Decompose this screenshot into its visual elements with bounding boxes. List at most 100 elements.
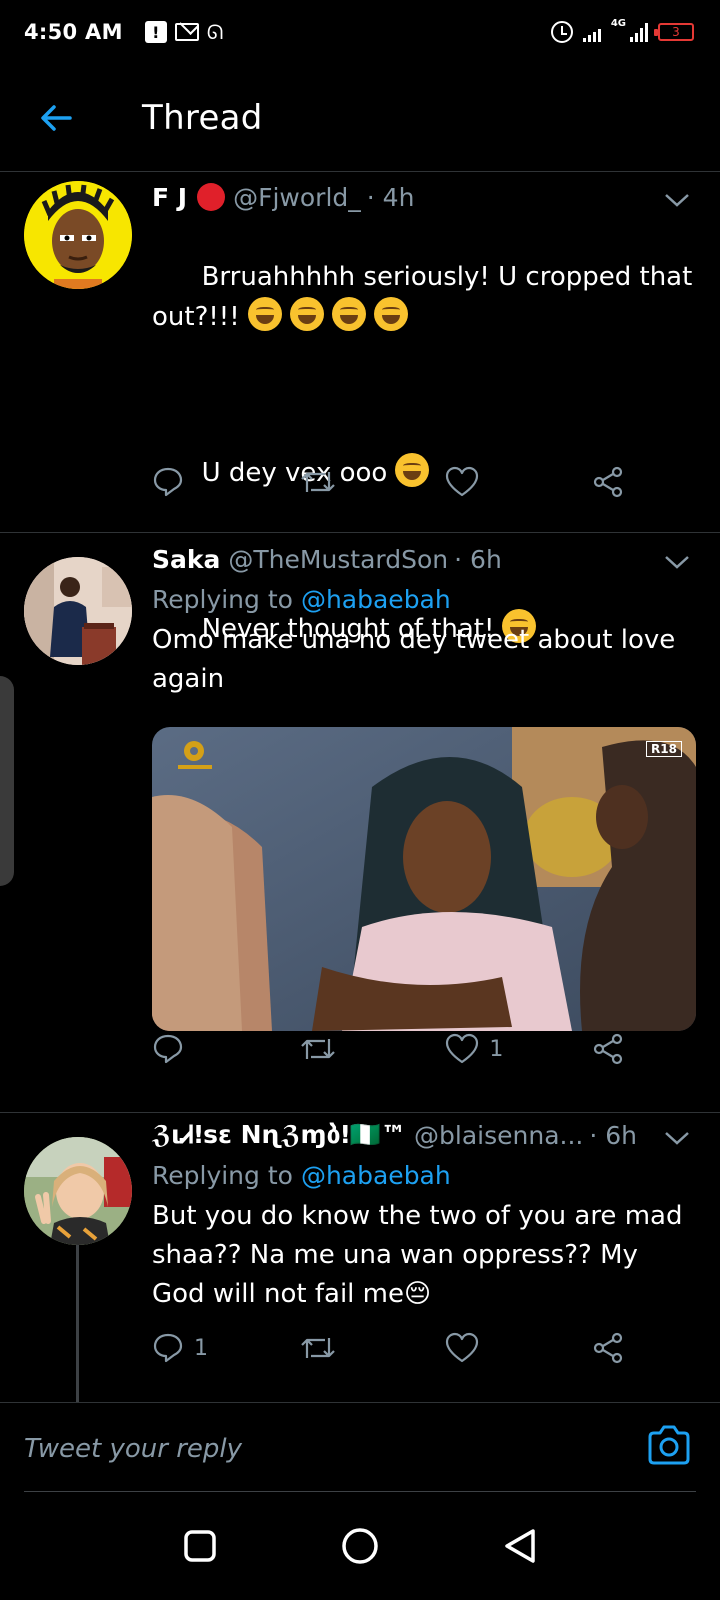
chevron-down-icon[interactable] [664, 1123, 690, 1152]
share-button[interactable] [592, 1033, 632, 1065]
tweet-body: Saka @TheMustardSon · 6h Replying to @ha… [152, 539, 696, 699]
reply-button[interactable] [152, 466, 262, 498]
tweet-text: Omo make una no dey tweet about love aga… [152, 625, 684, 694]
reply-button[interactable]: 1 [152, 1332, 262, 1364]
status-bar: 4:50 AM ! ᘏ 4G 3 [0, 0, 720, 64]
avatar-child-photo [24, 1137, 132, 1245]
app-notification-icon: ᘏ [206, 20, 224, 44]
tweet[interactable]: ℨιᏗǃsɛ Nɳℨɱბǃ🇳🇬™ @blaisenna... · 6h Repl… [0, 1113, 720, 1402]
reply-count: 1 [194, 1335, 208, 1361]
red-circle-emoji [197, 183, 226, 211]
tweet[interactable]: F J @Fjworld_ · 4h Brruahhhhh seriously!… [0, 173, 720, 644]
home-button[interactable] [330, 1516, 390, 1576]
tweet-media-image[interactable]: R18 [152, 727, 696, 1031]
recents-button[interactable] [170, 1516, 230, 1576]
tweet[interactable]: Saka @TheMustardSon · 6h Replying to @ha… [0, 533, 720, 1113]
avatar-speaker-photo [24, 557, 132, 665]
retweet-icon [300, 1039, 335, 1059]
retweet-button[interactable] [299, 1332, 409, 1364]
tweet-text-line: Brruahhhhh seriously! U cropped that out… [152, 262, 701, 332]
replying-to-label: Replying to [152, 584, 293, 614]
reply-icon [153, 467, 183, 497]
author-name[interactable]: ℨιᏗǃsɛ Nɳℨɱბǃ🇳🇬™ [152, 1120, 406, 1150]
avatar[interactable] [24, 557, 132, 665]
alarm-icon [550, 21, 573, 43]
share-icon [593, 1033, 623, 1065]
author-name[interactable]: Saka [152, 545, 220, 574]
tears-of-joy-emoji [247, 297, 282, 331]
tweet-header: Saka @TheMustardSon · 6h [152, 539, 696, 579]
status-time: 4:50 AM [24, 20, 123, 44]
camera-button[interactable] [646, 1423, 696, 1473]
edge-panel-handle[interactable] [0, 676, 14, 886]
cell-signal-icon [630, 22, 648, 42]
android-nav-bar [0, 1492, 720, 1600]
camera-icon [648, 1425, 690, 1465]
thread-connector-line [76, 1245, 79, 1402]
retweet-icon [300, 1338, 335, 1358]
heart-icon [446, 1332, 479, 1363]
tears-of-joy-emoji [331, 297, 366, 331]
like-button[interactable]: 1 [445, 1033, 555, 1065]
mail-icon [174, 23, 199, 41]
like-button[interactable] [445, 1332, 555, 1364]
triangle-back-icon [505, 1529, 535, 1563]
status-notification-icons: ! ᘏ [144, 20, 224, 44]
replying-to: Replying to @habaebah [152, 1155, 696, 1195]
avatar[interactable] [24, 1137, 132, 1245]
author-handle[interactable]: @blaisenna... [414, 1121, 583, 1150]
tweet-actions: 1 [152, 1033, 632, 1065]
alert-icon: ! [144, 21, 167, 43]
media-rating-badge: R18 [646, 741, 682, 757]
heart-icon [446, 466, 479, 497]
media-photo [152, 727, 696, 1031]
like-count: 1 [489, 1036, 504, 1062]
tears-of-joy-emoji [289, 297, 324, 331]
back-button[interactable] [26, 88, 86, 148]
tweet-actions: 1 [152, 1332, 632, 1364]
chevron-down-icon[interactable] [664, 185, 690, 214]
thread-header: Thread [0, 64, 720, 172]
replying-to-mention[interactable]: @habaebah [301, 585, 451, 614]
back-arrow-icon [41, 104, 72, 131]
status-system-icons: 4G 3 [550, 0, 694, 64]
page-title: Thread [142, 97, 263, 138]
tweet-body: ℨιᏗǃsɛ Nɳℨɱბǃ🇳🇬™ @blaisenna... · 6h Repl… [152, 1115, 696, 1314]
back-nav-button[interactable] [490, 1516, 550, 1576]
retweet-button[interactable] [299, 1033, 409, 1065]
reply-input[interactable] [24, 1427, 584, 1471]
reply-composer [0, 1402, 720, 1492]
wifi-signal-icon [582, 22, 601, 42]
network-type: 4G [610, 18, 626, 29]
author-handle[interactable]: @TheMustardSon [228, 545, 448, 574]
like-button[interactable] [445, 466, 555, 498]
replying-to-label: Replying to [152, 1160, 293, 1190]
share-button[interactable] [592, 466, 632, 498]
tweet-header: ℨιᏗǃsɛ Nɳℨɱბǃ🇳🇬™ @blaisenna... · 6h [152, 1115, 696, 1155]
tweet-text: Brruahhhhh seriously! U cropped that out… [152, 219, 696, 376]
retweet-button[interactable] [299, 466, 409, 498]
circle-icon [342, 1528, 378, 1564]
laughing-emoji [373, 297, 408, 331]
tweet-time: · 6h [454, 544, 502, 574]
reply-icon [153, 1333, 183, 1363]
tweet-time: · 6h [589, 1120, 638, 1150]
tweet-actions [152, 466, 632, 498]
heart-icon [446, 1033, 479, 1064]
share-button[interactable] [592, 1332, 632, 1364]
square-icon [184, 1530, 216, 1562]
share-icon [593, 1332, 623, 1364]
reply-button[interactable] [152, 1033, 262, 1065]
reply-icon [153, 1034, 183, 1064]
avatar[interactable] [24, 181, 132, 289]
replying-to: Replying to @habaebah [152, 579, 696, 619]
retweet-icon [300, 472, 335, 492]
tweet-header: F J @Fjworld_ · 4h [152, 177, 696, 217]
replying-to-mention[interactable]: @habaebah [301, 1161, 451, 1190]
tweet-time: · 4h [366, 182, 415, 212]
author-handle[interactable]: @Fjworld_ [233, 183, 361, 212]
tweet-text: But you do know the two of you are mad s… [152, 1201, 691, 1309]
battery-icon: 3 [654, 23, 694, 41]
chevron-down-icon[interactable] [664, 547, 690, 576]
author-name[interactable]: F J [152, 183, 187, 212]
